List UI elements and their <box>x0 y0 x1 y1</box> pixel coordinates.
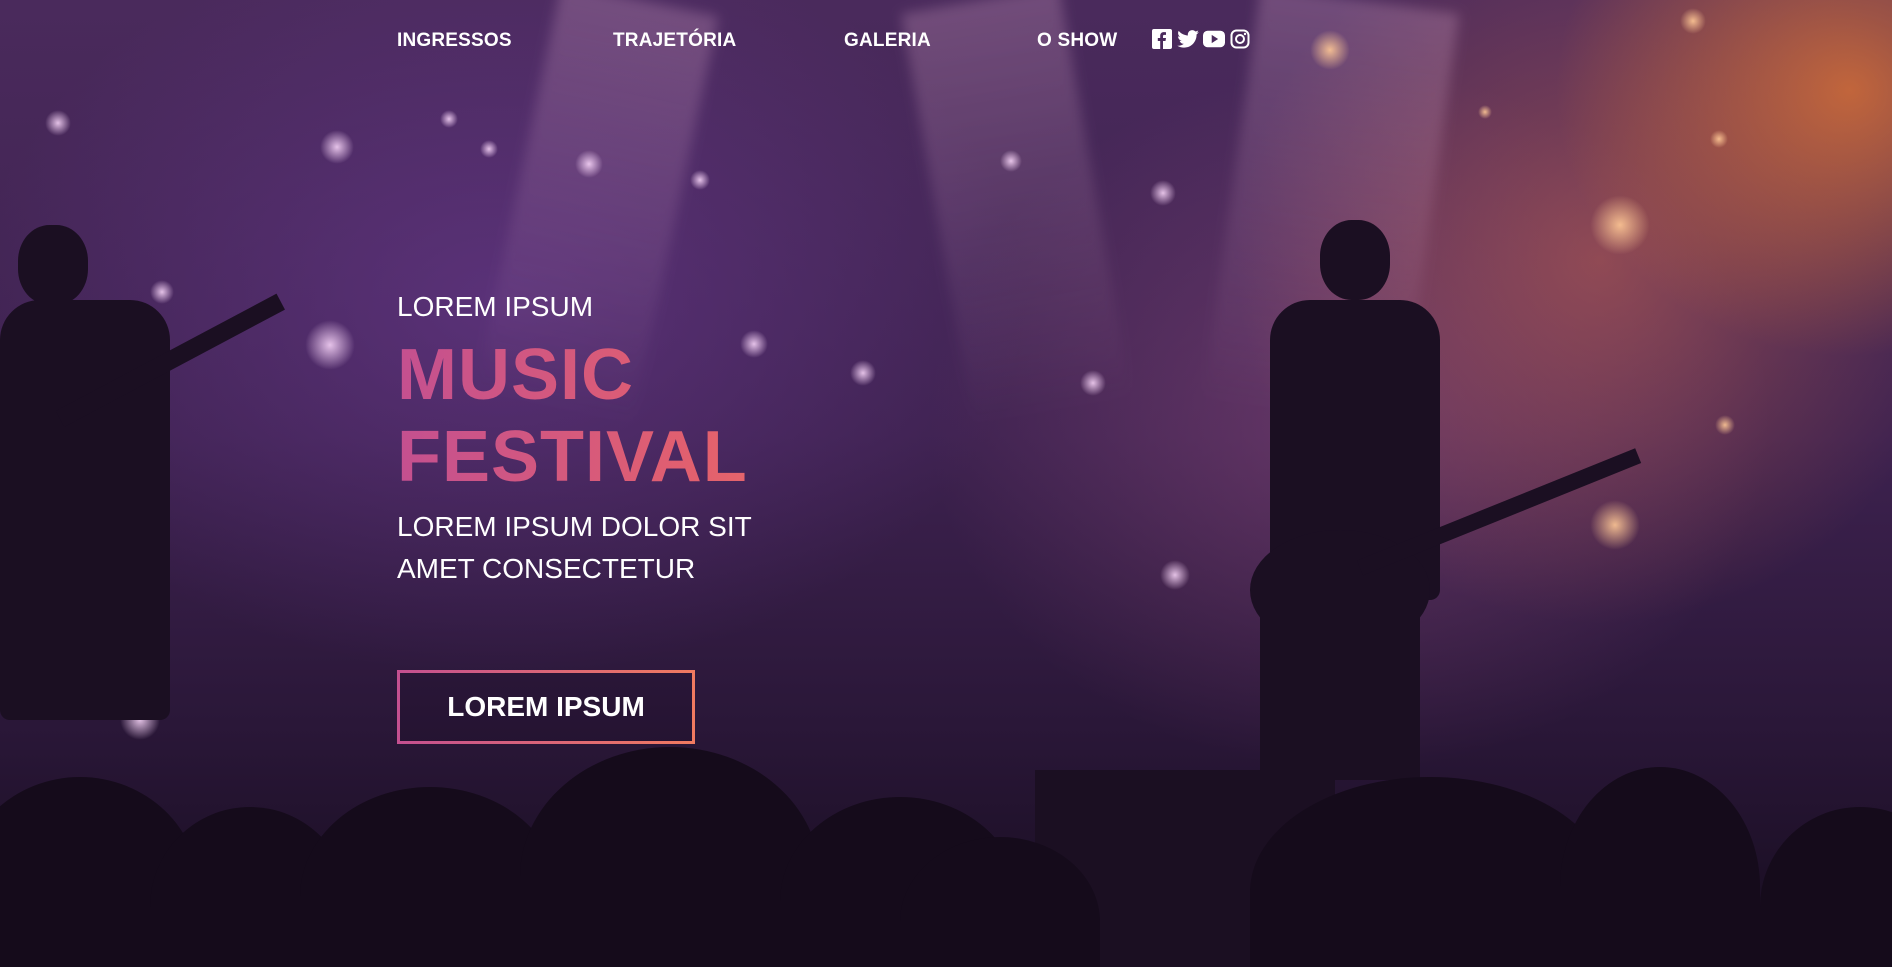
nav-item-o-show[interactable]: O SHOW <box>1037 30 1117 52</box>
social-links <box>1151 28 1251 50</box>
hero-title-line-1: MUSIC <box>397 335 634 415</box>
hero-subtitle-line-1: LOREM IPSUM DOLOR SIT <box>397 511 752 542</box>
hero-title-line-2: FESTIVAL <box>397 417 748 497</box>
hero-kicker: LOREM IPSUM <box>397 291 594 322</box>
hero-subtitle-line-2: AMET CONSECTETUR <box>397 553 696 584</box>
nav-item-ingressos[interactable]: INGRESSOS <box>397 30 512 52</box>
nav-item-trajetoria[interactable]: TRAJETÓRIA <box>613 30 736 52</box>
hero-content: LOREM IPSUM MUSIC FESTIVAL LOREM IPSUM D… <box>397 290 997 590</box>
hero-section: INGRESSOS TRAJETÓRIA GALERIA O SHOW LORE… <box>0 0 1892 967</box>
hero-subtitle: LOREM IPSUM DOLOR SIT AMET CONSECTETUR <box>397 506 817 590</box>
youtube-icon[interactable] <box>1203 28 1225 50</box>
nav-item-galeria[interactable]: GALERIA <box>844 30 931 52</box>
hero-title: MUSIC FESTIVAL <box>397 334 997 498</box>
instagram-icon[interactable] <box>1229 28 1251 50</box>
cta-button[interactable]: LOREM IPSUM <box>397 670 695 744</box>
twitter-icon[interactable] <box>1177 28 1199 50</box>
facebook-icon[interactable] <box>1151 28 1173 50</box>
